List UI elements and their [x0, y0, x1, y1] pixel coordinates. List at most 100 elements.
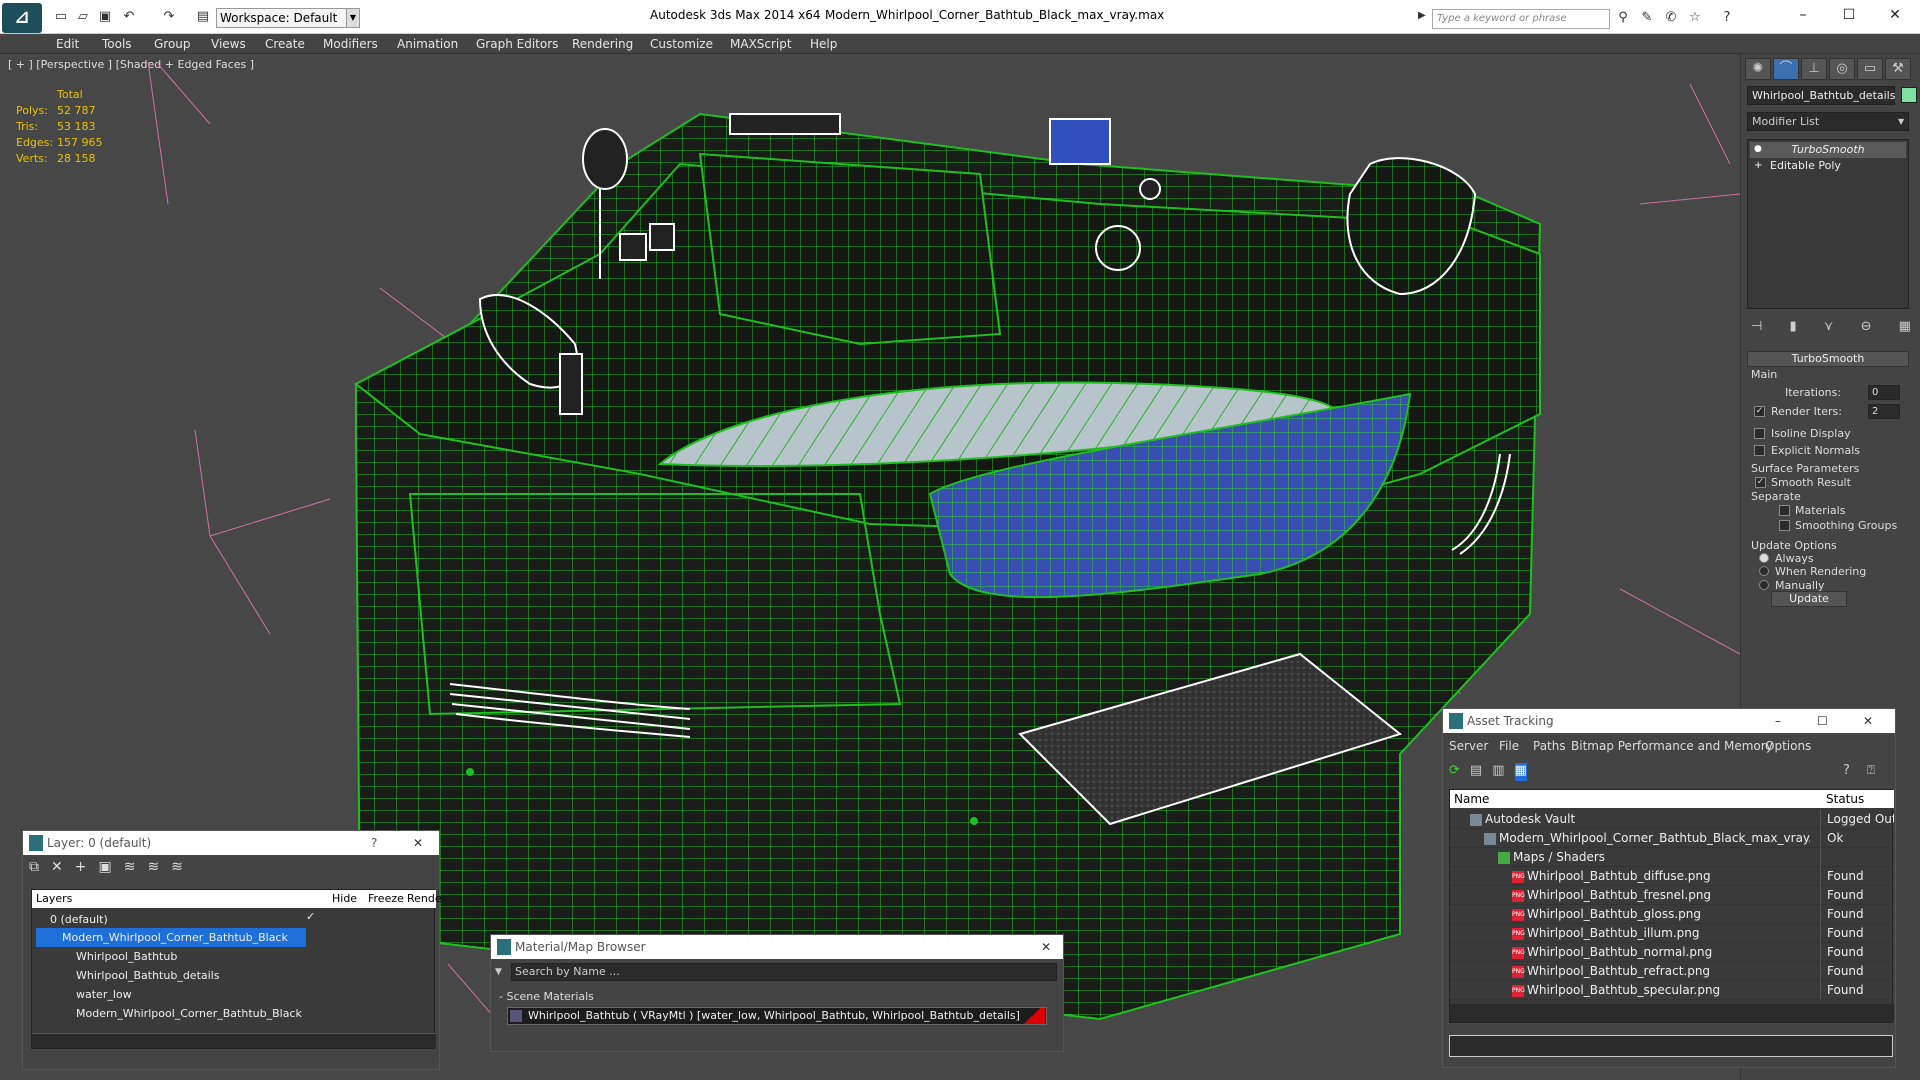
binoculars-icon[interactable]: ⚲: [1614, 9, 1632, 27]
horizontal-scrollbar[interactable]: [1450, 1004, 1894, 1022]
motion-tab-icon[interactable]: ◎: [1829, 58, 1855, 80]
select-objects-icon[interactable]: ▣: [98, 859, 111, 879]
thumbnail-icon[interactable]: ▥: [1492, 763, 1504, 781]
maximize-icon[interactable]: ☐: [1834, 4, 1864, 26]
configure-sets-icon[interactable]: ▦: [1899, 319, 1911, 341]
communication-icon[interactable]: ✆: [1662, 9, 1680, 27]
minimize-icon[interactable]: –: [1788, 4, 1818, 26]
remove-modifier-icon[interactable]: ⊖: [1861, 319, 1872, 341]
when-rendering-radio[interactable]: [1759, 566, 1769, 576]
favorites-star-icon[interactable]: ☆: [1686, 9, 1704, 27]
hide-all-icon[interactable]: ≋: [147, 859, 159, 879]
create-tab-icon[interactable]: ✺: [1745, 58, 1771, 80]
show-end-result-icon[interactable]: ▮: [1790, 319, 1797, 341]
menu-help[interactable]: Help: [810, 37, 837, 51]
project-folder-icon[interactable]: ▤: [194, 8, 212, 26]
horizontal-scrollbar[interactable]: [32, 1033, 436, 1048]
table-row[interactable]: PNG Whirlpool_Bathtub_normal.png Found: [1450, 943, 1894, 962]
turbosmooth-rollout-title[interactable]: TurboSmooth: [1747, 351, 1909, 367]
stack-item-turbosmooth[interactable]: TurboSmooth: [1750, 142, 1906, 158]
menu-create[interactable]: Create: [265, 37, 305, 51]
menu-graph-editors[interactable]: Graph Editors: [476, 37, 558, 51]
material-browser-title[interactable]: Material/Map Browser ✕: [491, 935, 1063, 959]
delete-layer-icon[interactable]: ✕: [51, 859, 63, 879]
table-row[interactable]: PNG Whirlpool_Bathtub_specular.png Found: [1450, 981, 1894, 1000]
close-icon[interactable]: ✕: [1863, 709, 1873, 733]
menu-modifiers[interactable]: Modifiers: [323, 37, 378, 51]
layer-row[interactable]: Whirlpool_Bathtub_details: [76, 966, 316, 985]
material-search-input[interactable]: Search by Name ...: [511, 963, 1057, 981]
undo-icon[interactable]: ↶: [120, 8, 138, 26]
display-tab-icon[interactable]: ▭: [1857, 58, 1883, 80]
smooth-result-checkbox[interactable]: ✓: [1755, 477, 1766, 488]
at-menu-options[interactable]: Options: [1765, 739, 1811, 753]
smoothing-groups-checkbox[interactable]: [1779, 520, 1790, 531]
scene-materials-header[interactable]: - Scene Materials: [499, 989, 1055, 1005]
col-layers[interactable]: Layers: [36, 890, 72, 908]
render-iters-spinner[interactable]: 2: [1868, 404, 1900, 419]
layer-row[interactable]: 0 (default): [50, 910, 310, 929]
table-row[interactable]: Autodesk Vault Logged Out: [1450, 810, 1894, 829]
chevron-down-icon[interactable]: ▼: [1898, 113, 1909, 130]
menu-animation[interactable]: Animation: [397, 37, 458, 51]
menu-tools[interactable]: Tools: [102, 37, 132, 51]
app-logo-icon[interactable]: ⊿: [2, 3, 42, 33]
new-layer-icon[interactable]: ⧉: [29, 859, 39, 879]
modify-tab-icon[interactable]: ⌒: [1773, 58, 1799, 80]
menu-views[interactable]: Views: [211, 37, 246, 51]
layer-row-selected[interactable]: Modern_Whirlpool_Corner_Bathtub_Black: [36, 928, 306, 947]
table-row[interactable]: PNG Whirlpool_Bathtub_gloss.png Found: [1450, 905, 1894, 924]
col-render[interactable]: Rende: [407, 890, 442, 908]
workspace-dropdown[interactable]: Workspace: Default: [216, 8, 356, 28]
menu-edit[interactable]: Edit: [56, 37, 79, 51]
modifier-list-dropdown[interactable]: Modifier List: [1747, 112, 1909, 131]
layer-row[interactable]: Whirlpool_Bathtub: [76, 947, 316, 966]
help-icon[interactable]: ?: [1843, 763, 1850, 778]
at-menu-paths[interactable]: Paths: [1533, 739, 1566, 753]
list-view-icon[interactable]: ▤: [1470, 763, 1482, 781]
pin-stack-icon[interactable]: ⊣: [1751, 319, 1762, 341]
new-file-icon[interactable]: ▭: [52, 8, 70, 26]
minimize-icon[interactable]: –: [1775, 709, 1781, 733]
iterations-spinner[interactable]: 0: [1868, 385, 1900, 400]
lightbulb-icon[interactable]: ●: [1754, 144, 1762, 154]
add-to-layer-icon[interactable]: +: [75, 859, 87, 879]
subscription-icon[interactable]: ✎: [1638, 9, 1656, 27]
freeze-all-icon[interactable]: ≋: [171, 859, 183, 879]
col-status[interactable]: Status: [1826, 790, 1864, 808]
utilities-tab-icon[interactable]: ⚒: [1885, 58, 1911, 80]
help-icon[interactable]: ?: [371, 831, 377, 855]
expand-arrow-icon[interactable]: ▶: [1418, 10, 1426, 21]
maximize-icon[interactable]: ☐: [1817, 709, 1828, 733]
col-hide[interactable]: Hide: [332, 890, 357, 908]
material-entry[interactable]: Whirlpool_Bathtub ( VRayMtl ) [water_low…: [507, 1007, 1047, 1025]
help-icon[interactable]: ?: [1718, 9, 1736, 27]
save-file-icon[interactable]: ▣: [96, 8, 114, 26]
close-icon[interactable]: ✕: [1880, 4, 1910, 26]
path-field[interactable]: [1449, 1035, 1893, 1057]
object-name-field[interactable]: Whirlpool_Bathtub_details: [1747, 86, 1895, 105]
table-row[interactable]: PNG Whirlpool_Bathtub_refract.png Found: [1450, 962, 1894, 981]
at-menu-file[interactable]: File: [1499, 739, 1519, 753]
layer-row[interactable]: water_low: [76, 985, 316, 1004]
stack-item-editable-poly[interactable]: Editable Poly: [1750, 158, 1906, 174]
menu-group[interactable]: Group: [154, 37, 191, 51]
context-help-icon[interactable]: ⍰: [1867, 763, 1875, 778]
at-menu-bitmap[interactable]: Bitmap Performance and Memory: [1571, 739, 1773, 753]
make-unique-icon[interactable]: ⋎: [1824, 319, 1834, 341]
explicit-normals-checkbox[interactable]: [1754, 445, 1765, 456]
table-row[interactable]: PNG Whirlpool_Bathtub_fresnel.png Found: [1450, 886, 1894, 905]
col-freeze[interactable]: Freeze: [368, 890, 404, 908]
col-name[interactable]: Name: [1454, 790, 1489, 808]
layer-row[interactable]: Modern_Whirlpool_Corner_Bathtub_Black: [76, 1004, 316, 1023]
at-menu-server[interactable]: Server: [1449, 739, 1488, 753]
isoline-display-checkbox[interactable]: [1754, 428, 1765, 439]
object-color-swatch[interactable]: [1901, 87, 1917, 103]
update-button[interactable]: Update: [1771, 591, 1847, 607]
asset-tracking-title[interactable]: Asset Tracking – ☐ ✕: [1443, 709, 1895, 733]
manually-radio[interactable]: [1759, 580, 1769, 590]
always-radio[interactable]: [1759, 553, 1769, 563]
menu-customize[interactable]: Customize: [650, 37, 713, 51]
table-row[interactable]: PNG Whirlpool_Bathtub_diffuse.png Found: [1450, 867, 1894, 886]
refresh-icon[interactable]: ⟳: [1449, 763, 1460, 781]
